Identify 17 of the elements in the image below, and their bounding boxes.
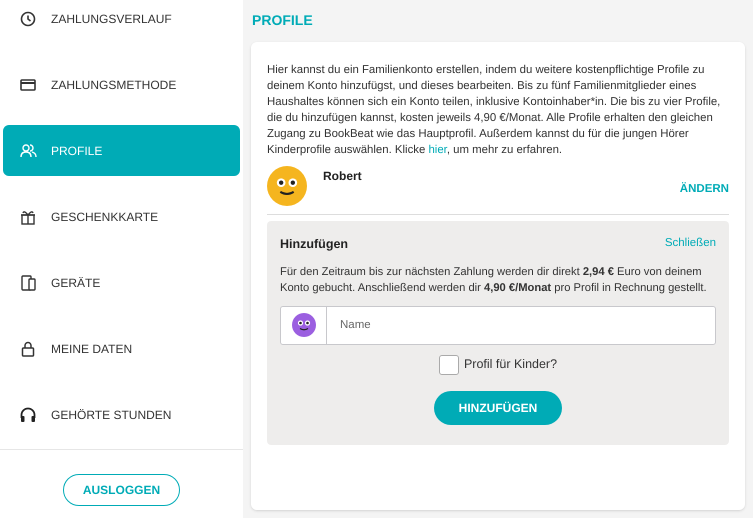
kids-label: Profil für Kinder? (464, 356, 558, 374)
sidebar-item[interactable]: MEINE DATEN (3, 323, 240, 374)
sidebar-item[interactable]: GERÄTE (3, 257, 240, 308)
smiley-avatar-icon[interactable] (292, 313, 316, 338)
name-field[interactable]: Name (280, 306, 716, 345)
panel-title: Hinzufügen (280, 236, 348, 253)
kids-checkbox[interactable] (438, 354, 459, 375)
intro-paragraph: Hier kannst du ein Familienkonto erstellen, indem du weitere kostenpflichtige Profile zu deinem Konto hinzufügst, und dieses bearbeiten. Bis zu fünf Familienmitglieder eines Haushaltes können sich ein Konto teilen, inklusive Kontoinhaber*in. Die bis zu vier Profile, die du hinzufügen kannst, kosten jeweils 4,90 €/Monat. Alle Profile erhalten den gleichen Zugang zu BookBeat wie das Hauptprofil. Außerdem kannst du für die jungen Hörer Kinderprofile auswählen. Klicke hier, um mehr zu erfahren. (267, 63, 722, 158)
sidebar-item[interactable]: GESCHENKKARTE (3, 191, 240, 242)
history-icon (18, 8, 38, 28)
sidebar-item[interactable]: ZAHLUNGSMETHODE (3, 59, 240, 110)
profile-name: Robert (323, 168, 362, 185)
billing-note: Für den Zeitraum bis zur nächsten Zahlung werden dir direkt 2,94 € Euro von deinem Konto gebucht. Anschließend werden dir 4,90 €/Monat pro Profil in Rechnung gestellt. (280, 264, 708, 296)
sidebar-item[interactable]: GEHÖRTE STUNDEN (3, 389, 240, 440)
headphones-icon (18, 404, 38, 424)
sidebar-item[interactable]: ZAHLUNGSVERLAUF (3, 0, 240, 44)
page-title: PROFILE (252, 11, 314, 30)
